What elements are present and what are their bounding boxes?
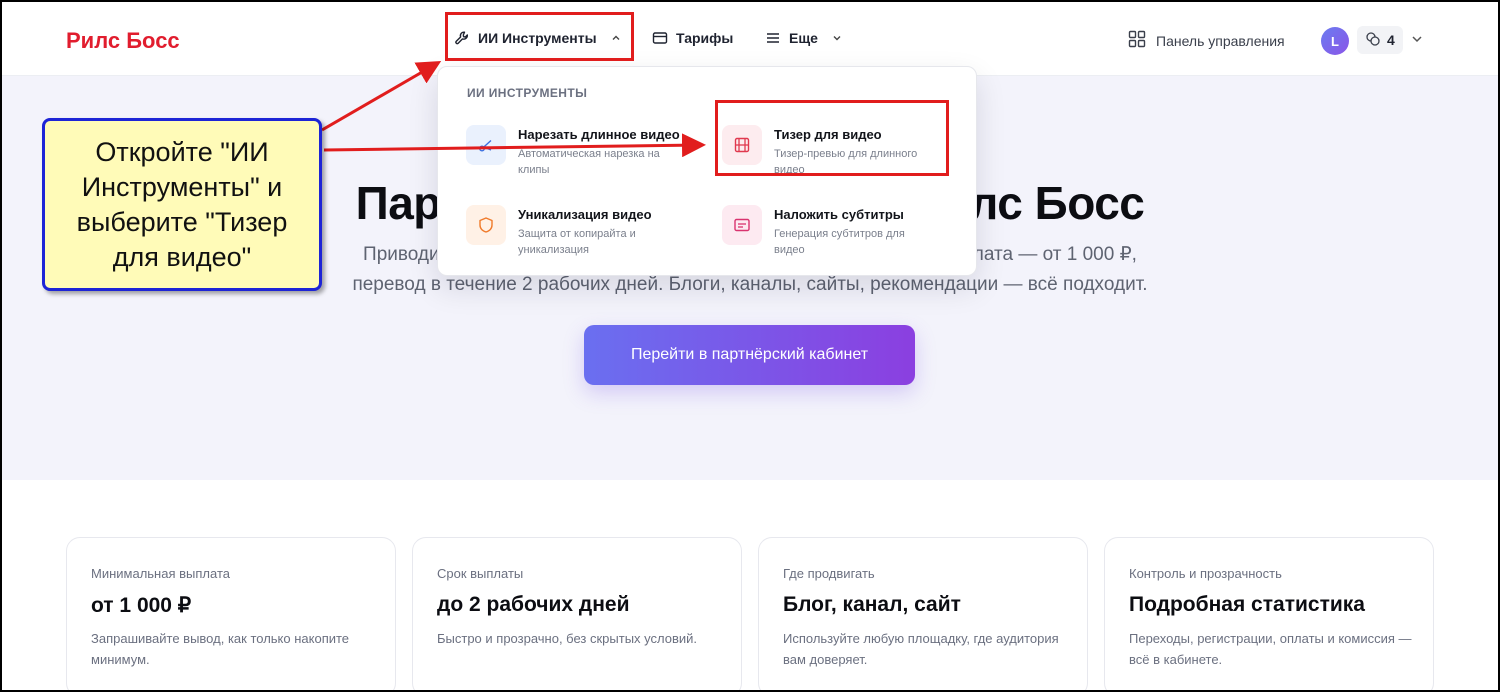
nav-tariffs[interactable]: Тарифы <box>652 30 733 46</box>
chevron-down-icon <box>832 33 842 43</box>
dropdown-heading: ИИ ИНСТРУМЕНТЫ <box>467 86 588 100</box>
card-label: Контроль и прозрачность <box>1129 566 1282 581</box>
top-header: Рилс Босс ИИ Инструменты Тарифы Еще Пане… <box>0 0 1500 76</box>
nav-ai-tools[interactable]: ИИ Инструменты <box>454 30 621 46</box>
avatar[interactable]: L <box>1321 27 1349 55</box>
coin-balance[interactable]: 4 <box>1357 26 1403 54</box>
info-card-where-promote: Где продвигать Блог, канал, сайт Использ… <box>758 537 1088 692</box>
menu-item-subtitles[interactable]: Наложить субтитры Генерация субтитров дл… <box>722 205 934 258</box>
menu-item-title: Уникализация видео <box>518 207 652 222</box>
nav-more[interactable]: Еще <box>765 30 842 46</box>
partner-cabinet-button[interactable]: Перейти в партнёрский кабинет <box>584 325 915 385</box>
chevron-up-icon <box>611 33 621 43</box>
menu-item-desc: Генерация субтитров для видео <box>774 228 905 256</box>
card-value: до 2 рабочих дней <box>437 593 630 616</box>
menu-icon <box>765 30 781 46</box>
card-desc: Быстро и прозрачно, без скрытых условий. <box>437 631 698 646</box>
menu-item-title: Нарезать длинное видео <box>518 127 680 142</box>
menu-item-video-teaser[interactable]: Тизер для видео Тизер-превью для длинног… <box>722 125 934 178</box>
grid-icon <box>1128 30 1146 51</box>
card-value: от 1 000 ₽ <box>91 594 192 617</box>
dashboard-label: Панель управления <box>1156 32 1285 49</box>
card-desc: Переходы, регистрации, оплаты и комиссия… <box>1129 631 1412 667</box>
card-value: Подробная статистика <box>1129 593 1365 616</box>
card-icon <box>652 30 668 46</box>
card-desc: Используйте любую площадку, где аудитори… <box>783 631 1059 667</box>
menu-item-desc: Тизер-превью для длинного видео <box>774 148 918 176</box>
menu-item-title: Тизер для видео <box>774 127 882 142</box>
card-label: Где продвигать <box>783 566 875 581</box>
film-icon <box>722 125 762 165</box>
ai-tools-dropdown: ИИ ИНСТРУМЕНТЫ Нарезать длинное видео Ав… <box>437 66 977 276</box>
logo[interactable]: Рилс Босс <box>66 28 180 54</box>
dashboard-link[interactable]: Панель управления <box>1128 30 1285 51</box>
shield-icon <box>466 205 506 245</box>
card-label: Минимальная выплата <box>91 566 230 581</box>
info-card-min-payout: Минимальная выплата от 1 000 ₽ Запрашива… <box>66 537 396 692</box>
scissors-icon <box>466 125 506 165</box>
nav-more-label: Еще <box>789 30 818 46</box>
menu-item-cut-video[interactable]: Нарезать длинное видео Автоматическая на… <box>466 125 680 178</box>
info-card-payout-term: Срок выплаты до 2 рабочих дней Быстро и … <box>412 537 742 692</box>
card-label: Срок выплаты <box>437 566 524 581</box>
coin-count: 4 <box>1387 32 1395 48</box>
card-desc: Запрашивайте вывод, как только накопите … <box>91 631 350 667</box>
nav-tariffs-label: Тарифы <box>676 30 734 46</box>
subtitles-icon <box>722 205 762 245</box>
user-menu-chevron-icon[interactable] <box>1411 32 1423 50</box>
menu-item-desc: Автоматическая нарезка на клипы <box>518 148 660 176</box>
instruction-callout: Откройте "ИИ Инструменты" и выберите "Ти… <box>42 118 322 291</box>
menu-item-uniqueize-video[interactable]: Уникализация видео Защита от копирайта и… <box>466 205 678 258</box>
nav-ai-tools-label: ИИ Инструменты <box>478 30 597 46</box>
coins-icon <box>1365 31 1381 50</box>
info-card-statistics: Контроль и прозрачность Подробная статис… <box>1104 537 1434 692</box>
card-value: Блог, канал, сайт <box>783 593 961 616</box>
wrench-icon <box>454 30 470 46</box>
menu-item-title: Наложить субтитры <box>774 207 904 222</box>
menu-item-desc: Защита от копирайта и уникализация <box>518 228 636 256</box>
